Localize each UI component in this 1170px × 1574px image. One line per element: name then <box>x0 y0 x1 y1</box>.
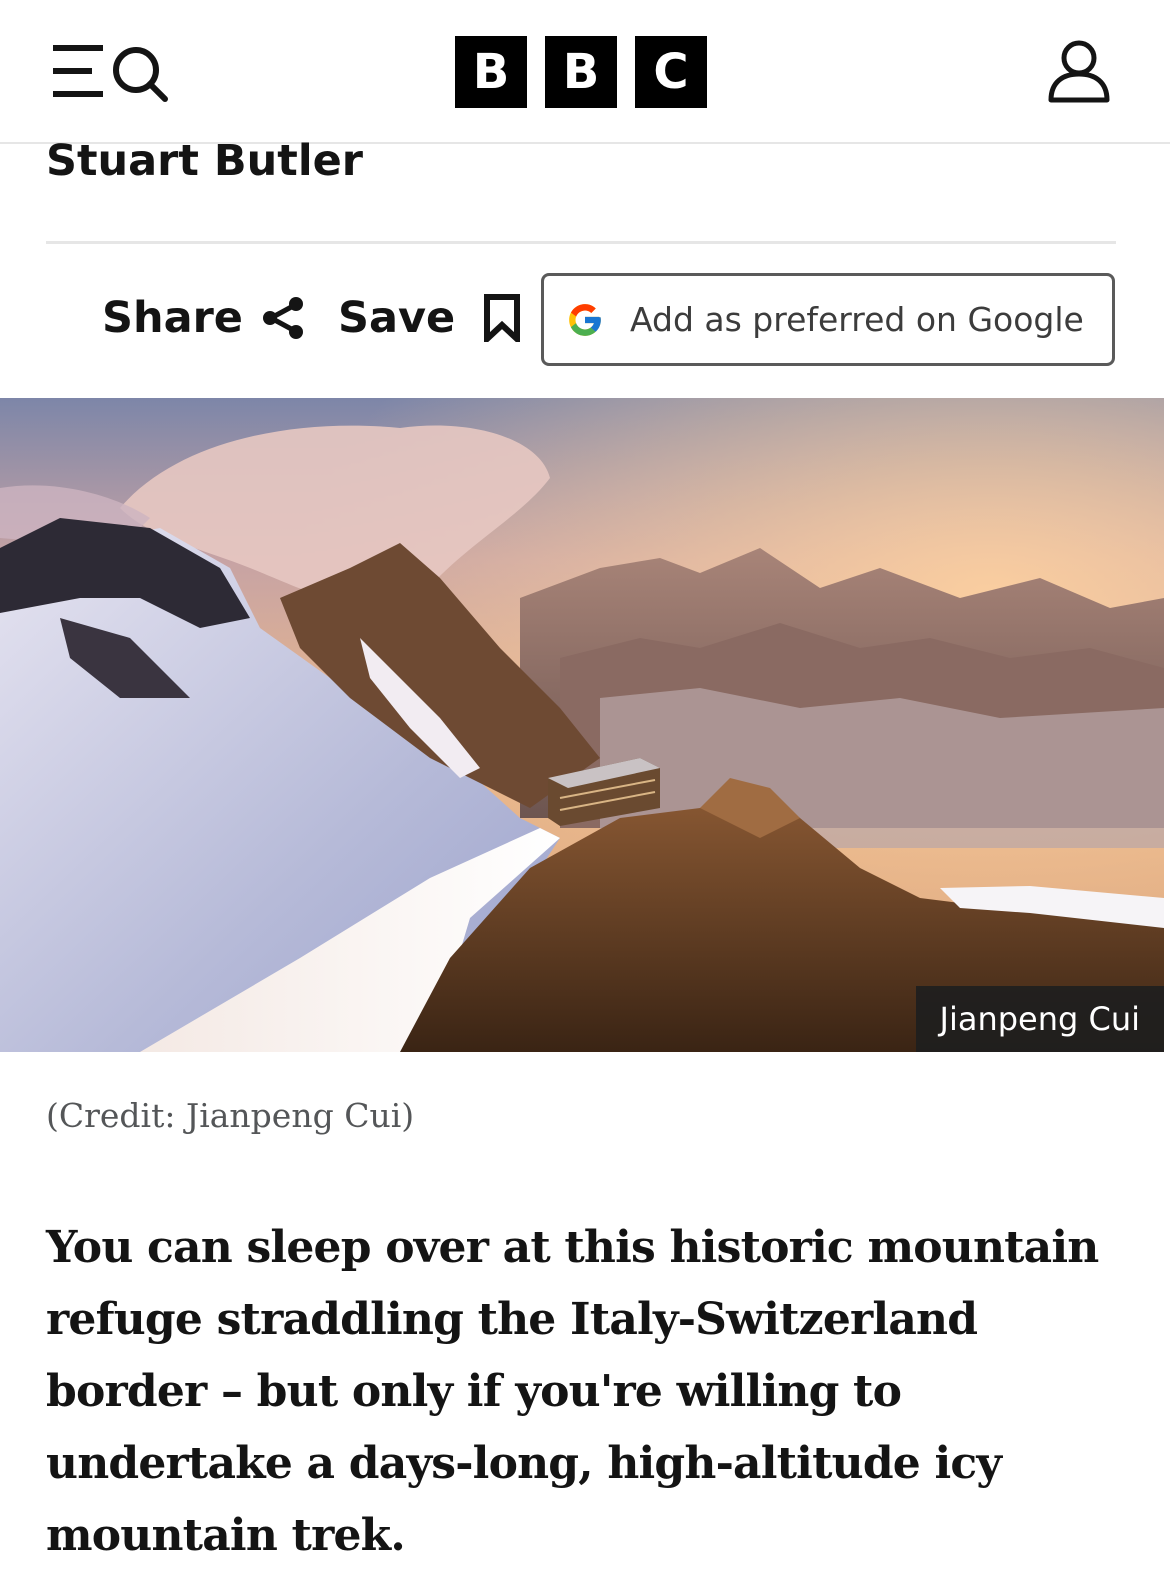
google-label: Add as preferred on Google <box>630 300 1084 339</box>
photo-credit-overlay: Jianpeng Cui <box>915 986 1164 1052</box>
share-button[interactable]: Share <box>102 286 305 350</box>
logo-letter: B <box>455 36 527 108</box>
google-g-icon <box>569 303 601 336</box>
divider <box>46 241 1116 244</box>
share-label: Share <box>102 293 243 343</box>
bbc-logo[interactable]: B B C <box>455 36 707 108</box>
search-icon <box>113 47 168 102</box>
bookmark-icon <box>484 294 521 342</box>
logo-letter: C <box>635 36 707 108</box>
author-name[interactable]: Stuart Butler <box>46 136 363 186</box>
menu-icon <box>53 45 103 97</box>
site-header: B B C <box>0 0 1170 144</box>
account-button[interactable] <box>1046 38 1112 104</box>
article-lead: You can sleep over at this historic moun… <box>46 1222 1099 1561</box>
share-icon <box>262 297 303 339</box>
image-caption: (Credit: Jianpeng Cui) <box>46 1096 415 1135</box>
save-button[interactable]: Save <box>338 286 521 350</box>
add-preferred-google-button[interactable]: Add as preferred on Google <box>541 273 1115 366</box>
logo-letter: B <box>545 36 617 108</box>
hero-image[interactable]: Jianpeng Cui <box>0 398 1164 1052</box>
menu-search-button[interactable] <box>48 40 172 104</box>
mountain-photo <box>0 398 1164 1052</box>
save-label: Save <box>338 293 456 343</box>
account-icon <box>1048 40 1110 103</box>
